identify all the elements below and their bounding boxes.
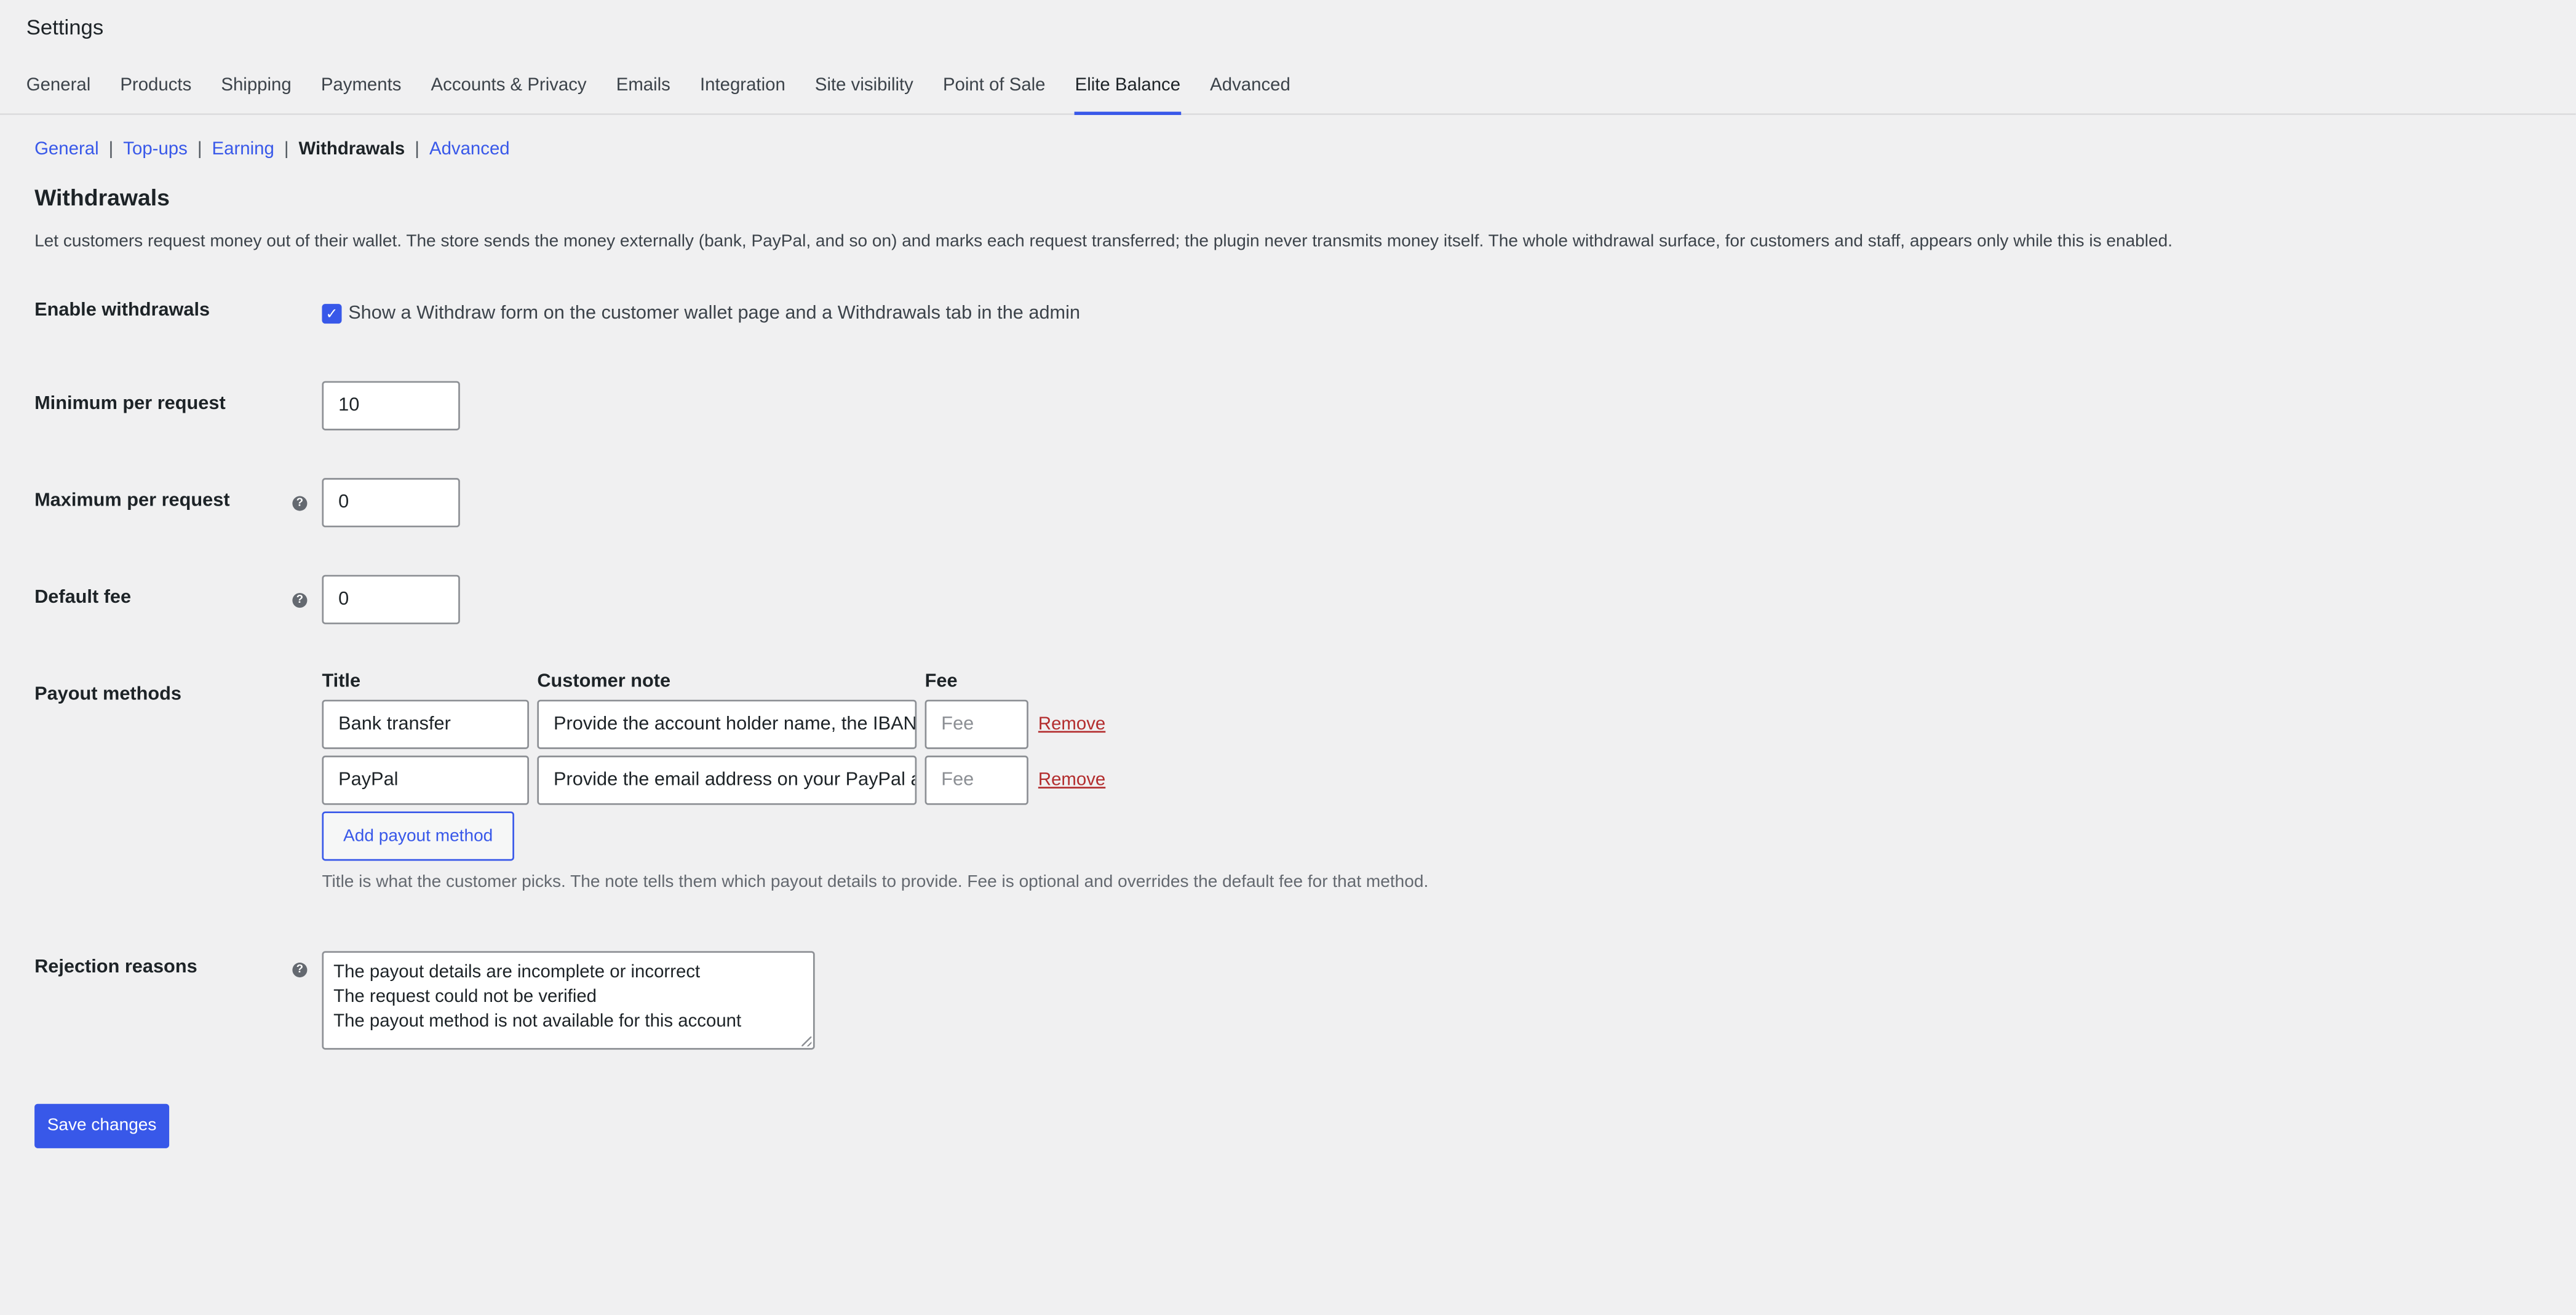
enable-withdrawals-field: ✓ Show a Withdraw form on the customer w… [322, 299, 1080, 328]
enable-withdrawals-label: Enable withdrawals [34, 300, 210, 320]
rejection-reason-line: The payout details are incomplete or inc… [333, 963, 701, 983]
add-payout-method-button[interactable]: Add payout method [322, 811, 514, 861]
tab-emails[interactable]: Emails [616, 62, 670, 114]
payout-methods-table: Title Customer note Fee Bank transfer Pr… [322, 672, 1471, 902]
rejection-reasons-textarea[interactable]: The payout details are incomplete or inc… [322, 951, 815, 1050]
save-changes-button[interactable]: Save changes [34, 1103, 170, 1148]
page-title: Settings [26, 15, 104, 40]
help-icon[interactable]: ? [292, 963, 308, 978]
tab-integration[interactable]: Integration [700, 62, 785, 114]
payout-title-input[interactable]: PayPal [322, 755, 529, 805]
section-title: Withdrawals [34, 184, 170, 210]
enable-withdrawals-checkbox-label[interactable]: Show a Withdraw form on the customer wal… [348, 303, 1080, 323]
rejection-reasons-row: Rejection reasons ? The payout details a… [34, 951, 2334, 1050]
payout-fee-input[interactable]: Fee [924, 755, 1028, 805]
enable-withdrawals-checkbox[interactable]: ✓ [322, 303, 342, 324]
tab-general[interactable]: General [26, 62, 91, 114]
tab-elite-balance[interactable]: Elite Balance [1075, 62, 1181, 115]
payout-method-row: Bank transfer Provide the account holder… [322, 699, 1105, 749]
payout-methods-hint: Title is what the customer picks. The no… [322, 872, 1429, 892]
default-fee-input[interactable]: 0 [322, 574, 460, 624]
help-icon[interactable]: ? [292, 593, 308, 608]
tab-accounts-privacy[interactable]: Accounts & Privacy [431, 62, 587, 114]
payout-note-input[interactable]: Provide the email address on your PayPal… [537, 755, 917, 805]
settings-header: Settings General Products Shipping Payme… [0, 0, 2576, 115]
payout-fee-input[interactable]: Fee [924, 699, 1028, 749]
section-subnav: General | Top-ups | Earning | Withdrawal… [34, 140, 510, 159]
default-fee-label: Default fee [34, 588, 132, 608]
subnav-withdrawals-current: Withdrawals [298, 140, 405, 160]
minimum-label: Minimum per request [34, 394, 226, 415]
payout-header-fee: Fee [924, 672, 958, 692]
subnav-separator: | [197, 140, 202, 160]
settings-tabs: General Products Shipping Payments Accou… [26, 62, 1320, 115]
remove-payout-button[interactable]: Remove [1038, 771, 1105, 790]
payout-title-input[interactable]: Bank transfer [322, 699, 529, 749]
subnav-top-ups[interactable]: Top-ups [123, 140, 188, 159]
subnav-earning[interactable]: Earning [212, 140, 274, 159]
subnav-general[interactable]: General [34, 140, 99, 159]
subnav-advanced[interactable]: Advanced [429, 140, 510, 159]
subnav-separator: | [108, 140, 114, 160]
resize-handle-icon[interactable] [801, 1036, 812, 1047]
remove-payout-button[interactable]: Remove [1038, 715, 1105, 734]
section-description: Let customers request money out of their… [34, 231, 2173, 252]
checkmark-icon: ✓ [325, 305, 338, 322]
payout-header-title: Title [322, 672, 361, 692]
help-icon[interactable]: ? [292, 496, 308, 511]
payout-note-input[interactable]: Provide the account holder name, the IBA… [537, 699, 917, 749]
maximum-input[interactable]: 0 [322, 478, 460, 528]
maximum-label: Maximum per request [34, 491, 230, 511]
tab-point-of-sale[interactable]: Point of Sale [943, 62, 1046, 114]
tab-advanced[interactable]: Advanced [1210, 62, 1290, 114]
rejection-reason-line: The request could not be verified [333, 987, 597, 1007]
tab-shipping[interactable]: Shipping [221, 62, 291, 114]
tab-payments[interactable]: Payments [321, 62, 402, 114]
payout-header-note: Customer note [537, 672, 671, 692]
tab-site-visibility[interactable]: Site visibility [815, 62, 913, 114]
payout-methods-label: Payout methods [34, 685, 182, 705]
payout-method-row: PayPal Provide the email address on your… [322, 755, 1105, 805]
rejection-reason-line: The payout method is not available for t… [333, 1012, 742, 1032]
tab-products[interactable]: Products [120, 62, 191, 114]
subnav-separator: | [284, 140, 289, 160]
minimum-input[interactable]: 10 [322, 381, 460, 431]
subnav-separator: | [415, 140, 419, 160]
rejection-reasons-label: Rejection reasons [34, 958, 197, 978]
